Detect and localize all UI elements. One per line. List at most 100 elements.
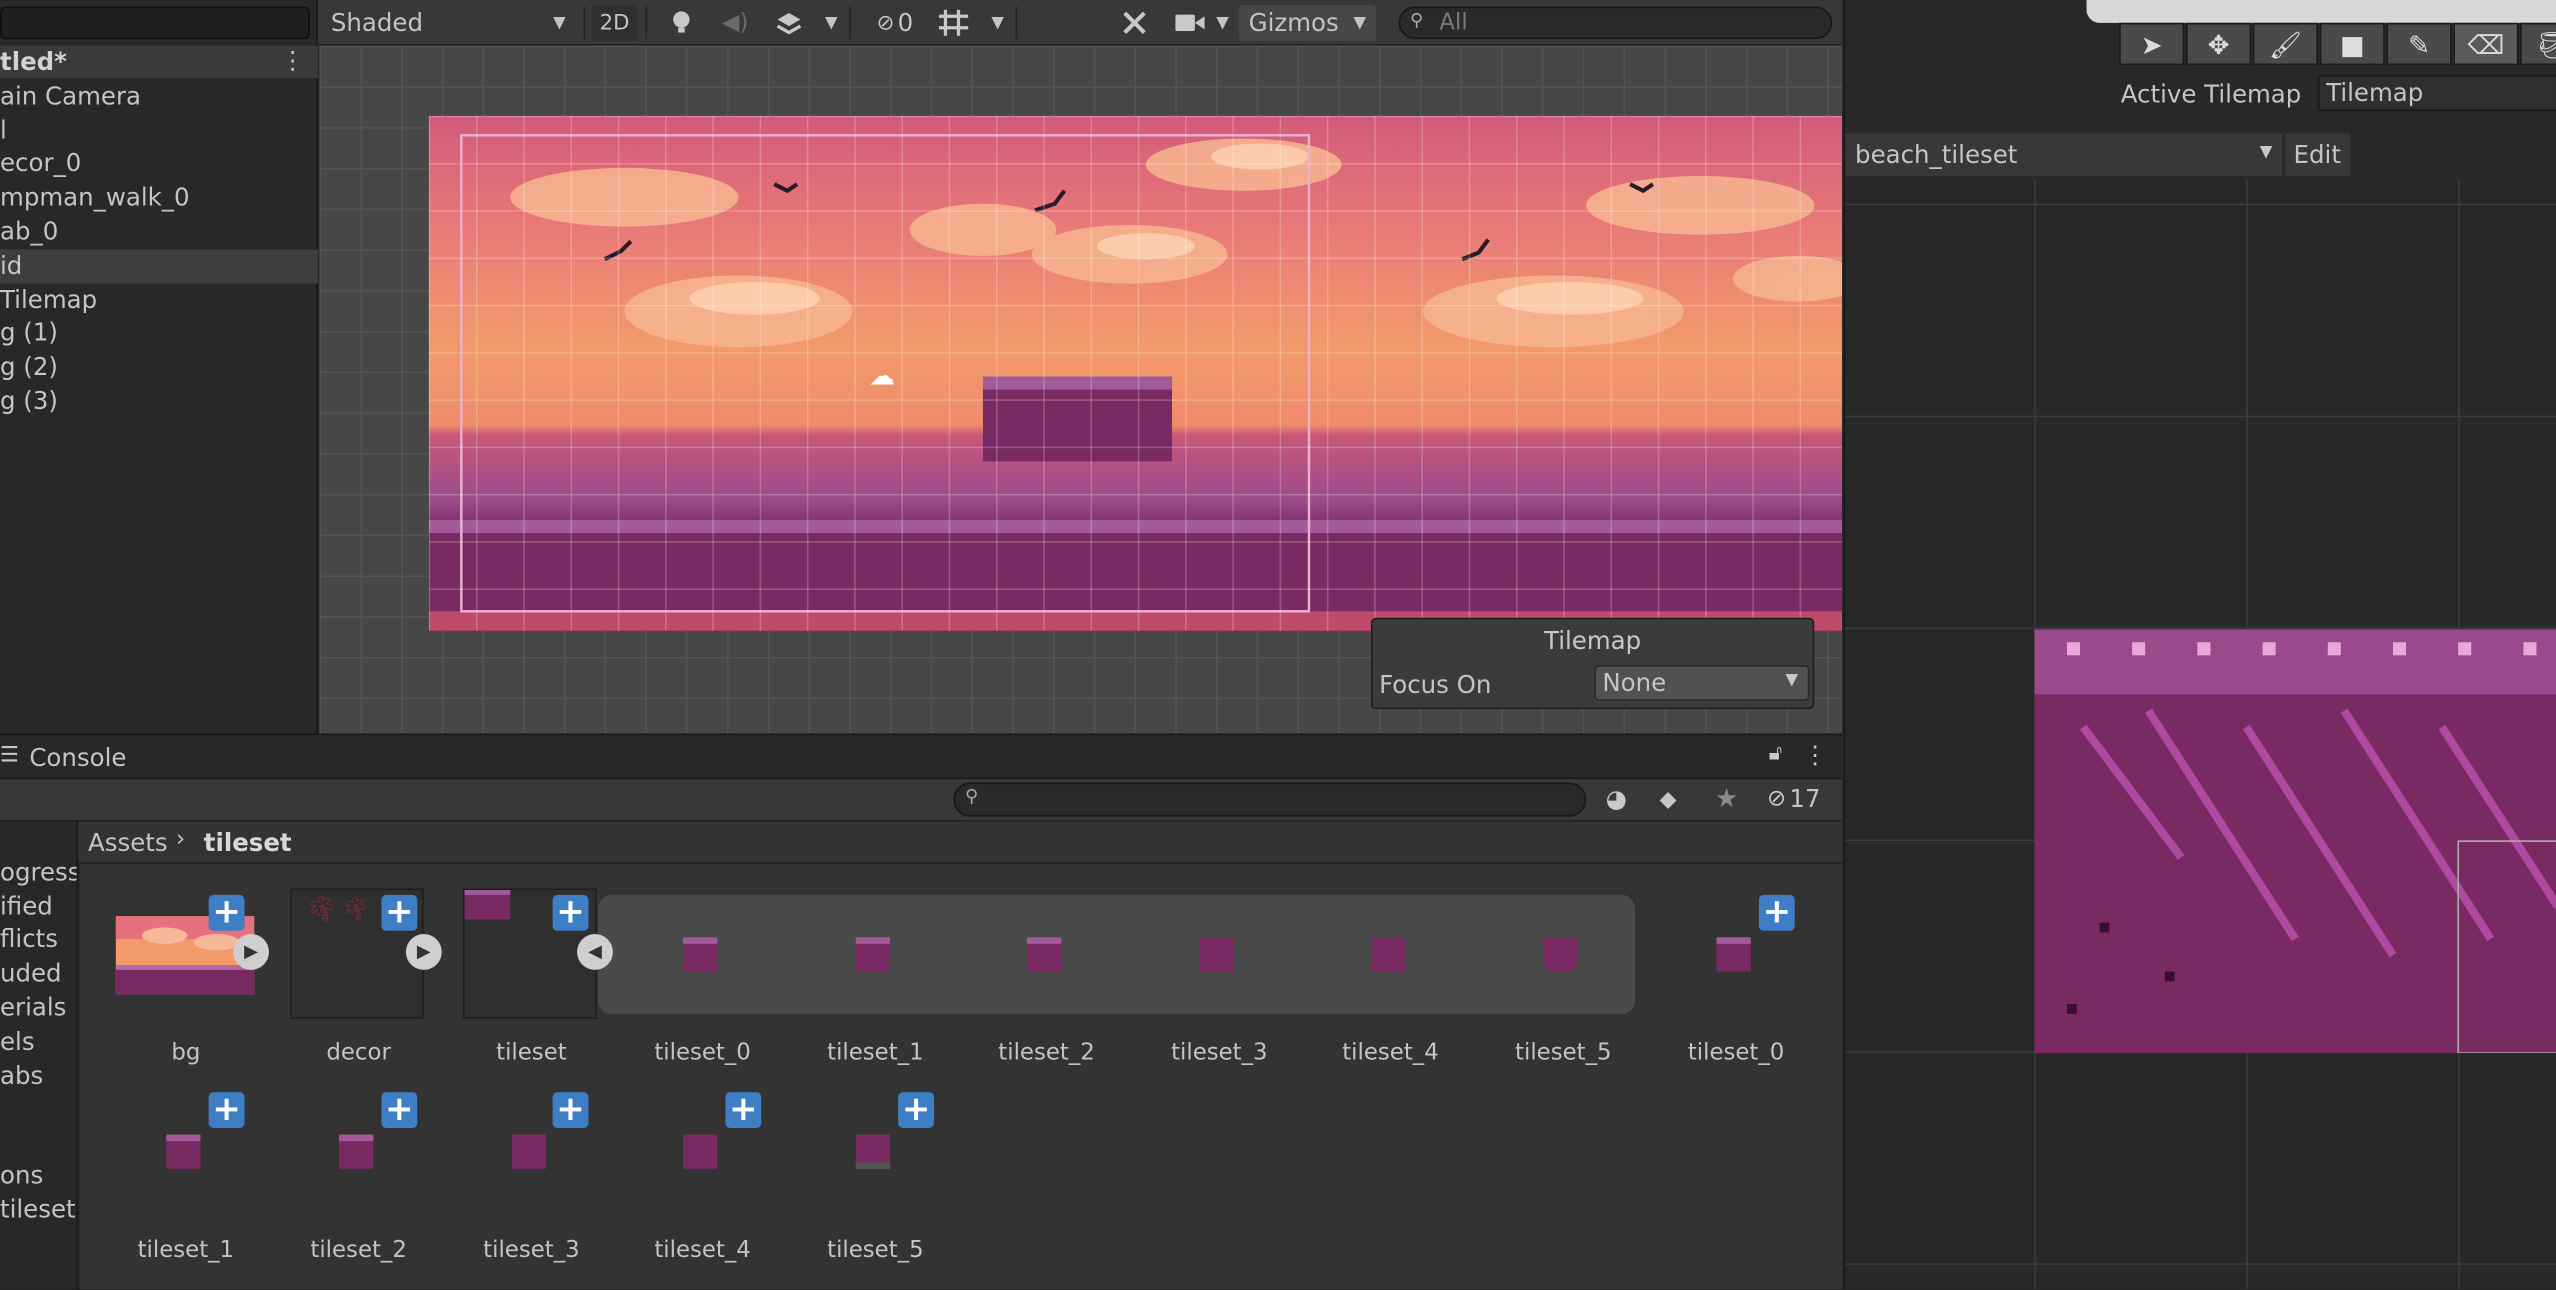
hierarchy-item-label: g (3) bbox=[0, 386, 58, 416]
hierarchy-item[interactable]: ecor_0 bbox=[0, 147, 318, 181]
lighting-toggle-icon[interactable] bbox=[663, 5, 699, 41]
kebab-menu-icon[interactable]: ⋮ bbox=[280, 46, 304, 75]
console-icon: ☰ bbox=[0, 743, 20, 768]
palette-grid[interactable] bbox=[1845, 179, 2556, 1290]
folder-tree-item[interactable]: tileset bbox=[0, 1195, 76, 1224]
folder-tree-item[interactable]: ons bbox=[0, 1161, 43, 1190]
chevron-right-icon: › bbox=[176, 826, 186, 853]
breadcrumb: Assets › tileset bbox=[78, 821, 1843, 864]
overlay-title: Tilemap bbox=[1544, 625, 1642, 656]
tile-thumbnail bbox=[855, 1134, 891, 1169]
chevron-down-icon: ▼ bbox=[1785, 671, 1799, 690]
hierarchy-item[interactable]: g (2) bbox=[0, 350, 318, 384]
move-tool-icon[interactable]: ✥ bbox=[2185, 22, 2252, 66]
project-folder-tree: ogress ified flicts uded erials els abs … bbox=[0, 821, 79, 1290]
add-to-palette-button[interactable]: + bbox=[1758, 894, 1795, 931]
add-to-palette-button[interactable]: + bbox=[381, 894, 418, 931]
effects-toggle-icon[interactable] bbox=[771, 5, 807, 41]
add-to-palette-button[interactable]: + bbox=[552, 1091, 589, 1129]
expand-sprites-button[interactable]: ▶ bbox=[405, 934, 442, 970]
search-by-type-icon[interactable]: ◕ bbox=[1606, 784, 1627, 813]
hierarchy-item[interactable]: ain Camera bbox=[0, 80, 318, 114]
tilemap-overlay-panel: Tilemap Focus On None ▼ bbox=[1370, 617, 1815, 710]
favorite-star-icon[interactable]: ★ bbox=[1715, 782, 1738, 813]
asset-tileset-3[interactable]: tileset_3 bbox=[1138, 880, 1301, 1066]
expand-sprites-button[interactable]: ▶ bbox=[233, 934, 269, 970]
hierarchy-item[interactable]: Tilemap bbox=[0, 284, 318, 318]
label-tag-icon[interactable]: ⬥ bbox=[1659, 784, 1676, 813]
edit-palette-button[interactable]: Edit bbox=[2285, 133, 2351, 177]
add-to-palette-button[interactable]: + bbox=[898, 1091, 935, 1129]
picker-tool-icon[interactable]: ✎ bbox=[2386, 22, 2452, 66]
kebab-menu-icon[interactable]: ⋮ bbox=[1803, 740, 1827, 769]
asset-tileset-1[interactable]: tileset_1 bbox=[794, 880, 957, 1066]
add-to-palette-button[interactable]: + bbox=[208, 1091, 245, 1129]
camera-icon[interactable] bbox=[1172, 5, 1208, 41]
folder-tree-item[interactable]: uded bbox=[0, 958, 62, 987]
hierarchy-search-input[interactable] bbox=[0, 6, 310, 40]
grid-toggle-icon[interactable] bbox=[936, 5, 972, 41]
hierarchy-item[interactable]: l bbox=[0, 114, 318, 148]
add-to-palette-button[interactable]: + bbox=[725, 1091, 762, 1129]
toggle-2d-label: 2D bbox=[599, 10, 630, 36]
tools-icon[interactable] bbox=[1117, 5, 1153, 41]
folder-tree-item[interactable]: els bbox=[0, 1027, 35, 1056]
project-search-input[interactable]: ⚲ bbox=[953, 782, 1587, 817]
eraser-tool-icon[interactable]: ⌫ bbox=[2453, 22, 2519, 66]
gizmos-label: Gizmos bbox=[1248, 8, 1339, 38]
add-to-palette-button[interactable]: + bbox=[208, 894, 245, 931]
camera-gizmo-icon[interactable]: ☁ bbox=[869, 360, 895, 391]
add-to-palette-button[interactable]: + bbox=[381, 1091, 418, 1129]
project-toolbar: ⚲ ◕ ⬥ ★ ⊘ 17 bbox=[0, 779, 1843, 822]
sprite-thumbnail bbox=[1026, 937, 1062, 972]
scene-header-row[interactable]: tled* ⋮ bbox=[0, 45, 318, 79]
folder-tree-item[interactable]: erials bbox=[0, 993, 66, 1022]
hierarchy-item[interactable]: g (3) bbox=[0, 385, 318, 419]
hierarchy-item-label: g (2) bbox=[0, 352, 58, 382]
palette-dropdown[interactable]: beach_tileset ▼ bbox=[1845, 133, 2283, 177]
breadcrumb-tileset[interactable]: tileset bbox=[204, 828, 292, 857]
hierarchy-item[interactable]: g (1) bbox=[0, 316, 318, 350]
hierarchy-item-label: id bbox=[0, 251, 23, 281]
audio-toggle-icon[interactable]: ◀) bbox=[717, 5, 753, 41]
asset-tileset-0[interactable]: tileset_0 bbox=[621, 880, 784, 1066]
lock-icon[interactable]: 🔓︎ bbox=[1769, 742, 1783, 766]
effects-dropdown-chevron-icon[interactable]: ▼ bbox=[820, 5, 843, 41]
asset-tileset-2[interactable]: tileset_2 bbox=[965, 880, 1128, 1066]
collapse-sprites-button[interactable]: ◀ bbox=[577, 934, 613, 970]
paint-brush-tool-icon[interactable]: 🖌︎ bbox=[2252, 22, 2319, 66]
gizmos-dropdown[interactable]: Gizmos ▼ bbox=[1238, 4, 1376, 41]
hierarchy-panel: tled* ⋮ ain Camera l ecor_0 mpman_walk_0… bbox=[0, 0, 318, 734]
scene-visibility-button[interactable]: ⊘ 0 bbox=[862, 5, 927, 41]
scene-view[interactable]: ☁ Tilemap Focus On None ▼ bbox=[319, 45, 1843, 734]
focus-on-dropdown[interactable]: None ▼ bbox=[1594, 665, 1810, 701]
folder-tree-item[interactable]: ified bbox=[0, 892, 53, 921]
asset-tileset-4[interactable]: tileset_4 bbox=[1309, 880, 1472, 1066]
add-to-palette-button[interactable]: + bbox=[552, 894, 589, 931]
asset-tileset-5[interactable]: tileset_5 bbox=[1482, 880, 1645, 1066]
palette-tile-preview[interactable] bbox=[2034, 629, 2556, 1054]
active-tilemap-dropdown[interactable]: Tilemap bbox=[2318, 74, 2556, 111]
tile-palette-panel: ➤ ✥ 🖌︎ ■ ✎ ⌫ 🪣︎ Active Tilemap Tilemap b… bbox=[1843, 0, 2556, 1290]
hierarchy-item-selected[interactable]: id bbox=[0, 249, 318, 284]
chevron-down-icon: ▼ bbox=[2259, 143, 2273, 162]
toggle-2d-button[interactable]: 2D bbox=[591, 4, 638, 41]
box-fill-tool-icon[interactable]: ■ bbox=[2319, 22, 2385, 66]
select-tool-icon[interactable]: ➤ bbox=[2119, 22, 2185, 66]
tab-console[interactable]: Console bbox=[29, 743, 126, 772]
tile-thumbnail bbox=[166, 1134, 201, 1169]
grid-dropdown-chevron-icon[interactable]: ▼ bbox=[986, 5, 1009, 41]
folder-tree-item[interactable]: ogress bbox=[0, 857, 77, 886]
hierarchy-item[interactable]: mpman_walk_0 bbox=[0, 181, 318, 215]
focus-on-value: None bbox=[1602, 668, 1667, 698]
sprite-thumbnail bbox=[1199, 937, 1234, 972]
breadcrumb-assets[interactable]: Assets bbox=[88, 828, 168, 857]
folder-tree-item[interactable]: abs bbox=[0, 1061, 43, 1090]
hierarchy-item[interactable]: ab_0 bbox=[0, 215, 318, 249]
folder-tree-item[interactable]: flicts bbox=[0, 924, 58, 953]
camera-dropdown-chevron-icon[interactable]: ▼ bbox=[1211, 5, 1234, 41]
scene-search-input[interactable]: ⚲ All bbox=[1398, 6, 1833, 40]
fill-tool-icon[interactable]: 🪣︎ bbox=[2520, 22, 2556, 66]
draw-mode-dropdown[interactable]: Shaded ▼ bbox=[321, 4, 576, 41]
hidden-packages-toggle[interactable]: ⊘ 17 bbox=[1767, 784, 1821, 813]
